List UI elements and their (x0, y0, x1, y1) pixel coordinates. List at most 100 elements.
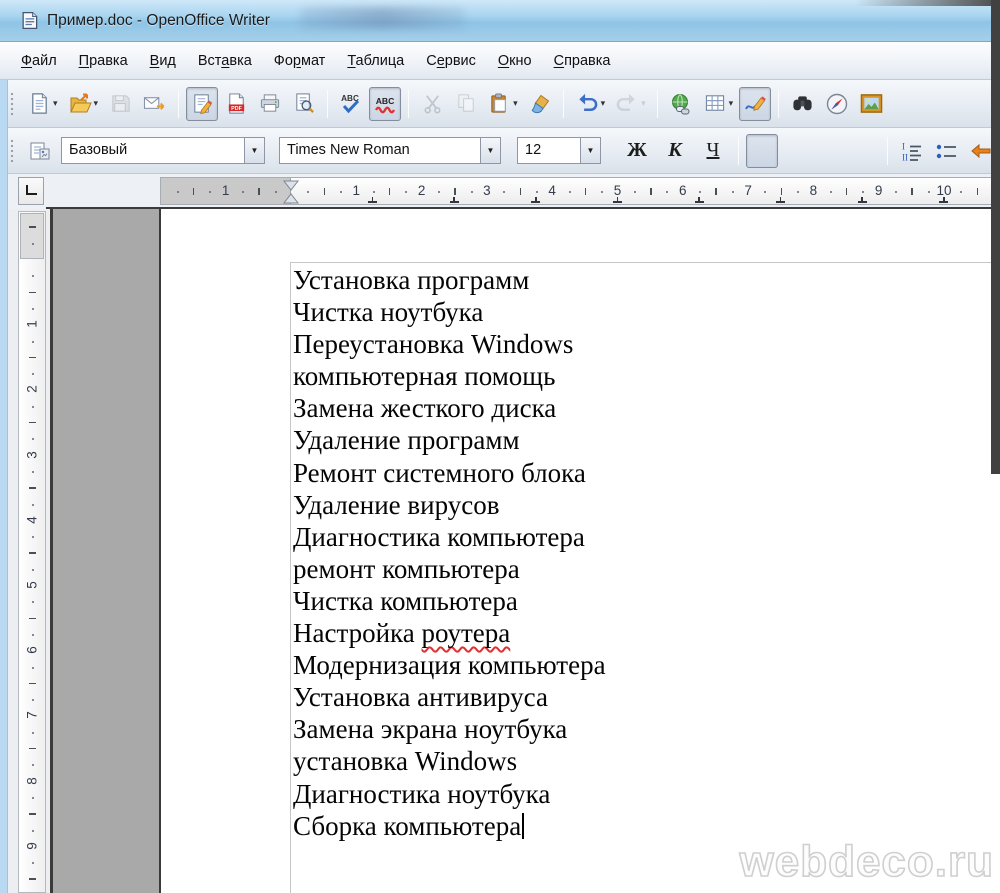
insert-table-button[interactable]: ▾ (699, 87, 738, 121)
show-draw-functions-button[interactable] (739, 87, 771, 121)
menu-view[interactable]: Вид (139, 46, 187, 76)
page[interactable]: Установка программЧистка ноутбукаПереуст… (161, 209, 1000, 893)
menu-table[interactable]: Таблица (336, 46, 415, 76)
email-document-button[interactable] (138, 87, 171, 121)
tab-stop-marker[interactable] (776, 197, 785, 203)
misspelled-word[interactable]: роутера (422, 618, 511, 648)
bullet-list-button[interactable] (930, 134, 963, 168)
ruler-tick (29, 422, 36, 423)
indent-markers[interactable] (282, 178, 300, 205)
export-pdf-button[interactable]: PDF (220, 87, 252, 121)
ruler-tick (29, 813, 36, 814)
edit-file-button[interactable] (186, 87, 218, 121)
document-line[interactable]: Установка программ (293, 264, 993, 296)
document-line[interactable]: установка Windows (293, 745, 993, 777)
align-justify-button[interactable] (848, 134, 880, 168)
tab-stop-marker[interactable] (531, 197, 540, 203)
auto-spellcheck-button[interactable]: ABC (369, 87, 401, 121)
style-combo-dropdown-button[interactable]: ▼ (244, 138, 264, 163)
ruler-tick (715, 188, 716, 195)
document-line[interactable]: Диагностика компьютера (293, 521, 993, 553)
align-right-button[interactable] (814, 134, 846, 168)
undo-button[interactable]: ▾ (571, 87, 610, 121)
menu-bar: Файл Правка Вид Вставка Формат Таблица С… (0, 42, 1000, 80)
dropdown-arrow-icon[interactable]: ▾ (53, 99, 58, 108)
menu-tools[interactable]: Сервис (415, 46, 487, 76)
export-pdf-icon: PDF (225, 92, 248, 115)
paste-button[interactable]: ▾ (484, 87, 522, 121)
ruler-dot (928, 191, 930, 193)
document-line[interactable]: Настройка роутера (293, 617, 993, 649)
toolbar-grip-handle[interactable] (10, 92, 15, 116)
gallery-button[interactable] (855, 87, 888, 121)
document-line[interactable]: Удаление программ (293, 424, 993, 456)
clone-formatting-button[interactable] (524, 87, 556, 121)
dropdown-arrow-icon[interactable]: ▾ (513, 99, 518, 108)
size-combo-dropdown-button[interactable]: ▼ (580, 138, 600, 163)
document-line[interactable]: Замена жесткого диска (293, 392, 993, 424)
window-left-border (0, 80, 8, 893)
numbered-list-icon: III (899, 139, 924, 163)
underline-button[interactable]: Ч (695, 134, 731, 168)
left-tab-icon (26, 185, 37, 195)
menu-insert[interactable]: Вставка (187, 46, 263, 76)
tab-stop-marker[interactable] (695, 197, 704, 203)
ruler-dot (960, 191, 962, 193)
find-and-replace-button[interactable] (786, 87, 819, 121)
print-button[interactable] (254, 87, 286, 121)
horizontal-ruler[interactable]: 112345678910 (160, 177, 1000, 205)
font-name-combobox[interactable]: Times New Roman ▼ (279, 137, 501, 164)
italic-button[interactable]: К (657, 134, 693, 168)
font-combo-dropdown-button[interactable]: ▼ (480, 138, 500, 163)
bold-button[interactable]: Ж (619, 134, 655, 168)
align-center-button[interactable] (780, 134, 812, 168)
open-document-button[interactable]: ▾ (64, 87, 103, 121)
document-line[interactable]: Диагностика ноутбука (293, 778, 993, 810)
toolbar-separator (327, 90, 328, 118)
document-line[interactable]: Удаление вирусов (293, 489, 993, 521)
menu-edit[interactable]: Правка (68, 46, 139, 76)
document-line[interactable]: ремонт компьютера (293, 553, 993, 585)
tab-stop-marker[interactable] (368, 197, 377, 203)
document-line[interactable]: Чистка ноутбука (293, 296, 993, 328)
menu-file[interactable]: Файл (10, 46, 68, 76)
document-line[interactable]: компьютерная помощь (293, 360, 993, 392)
numbered-list-button[interactable]: III (895, 134, 928, 168)
menu-window[interactable]: Окно (487, 46, 543, 76)
dropdown-arrow-icon[interactable]: ▾ (601, 99, 606, 108)
dropdown-arrow-icon[interactable]: ▾ (729, 99, 734, 108)
document-line[interactable]: Установка антивируса (293, 681, 993, 713)
font-name-value: Times New Roman (280, 138, 480, 163)
menu-format[interactable]: Формат (263, 46, 337, 76)
document-line[interactable]: Замена экрана ноутбука (293, 713, 993, 745)
document-line[interactable]: Модернизация компьютера (293, 649, 993, 681)
dropdown-arrow-icon[interactable]: ▾ (94, 99, 99, 108)
menu-help[interactable]: Справка (543, 46, 622, 76)
font-size-combobox[interactable]: 12 ▼ (517, 137, 601, 164)
new-document-button[interactable]: ▾ (24, 87, 62, 121)
ruler-tick (781, 188, 782, 195)
tab-type-selector-button[interactable] (18, 177, 44, 205)
paragraph-styles-button[interactable] (24, 134, 56, 168)
toolbar-grip-handle[interactable] (10, 139, 15, 163)
page-preview-button[interactable] (288, 87, 320, 121)
document-line[interactable]: Ремонт системного блока (293, 457, 993, 489)
document-line[interactable]: Переустановка Windows (293, 328, 993, 360)
align-left-button[interactable] (746, 134, 778, 168)
title-bar[interactable]: Пример.doc - OpenOffice Writer (0, 0, 1000, 42)
ruler-dot (601, 191, 603, 193)
insert-hyperlink-button[interactable] (665, 87, 697, 121)
document-text[interactable]: Установка программЧистка ноутбукаПереуст… (293, 264, 993, 842)
spellcheck-button[interactable]: ABC (335, 87, 367, 121)
paragraph-style-combobox[interactable]: Базовый ▼ (61, 137, 265, 164)
document-line[interactable]: Чистка компьютера (293, 585, 993, 617)
tab-stop-marker[interactable] (613, 197, 622, 203)
navigator-button[interactable] (821, 87, 853, 121)
tab-stop-marker[interactable] (858, 197, 867, 203)
ruler-row: 112345678910 (0, 174, 1000, 209)
ruler-tick (258, 188, 259, 195)
tab-stop-marker[interactable] (939, 197, 948, 203)
tab-stop-marker[interactable] (450, 197, 459, 203)
vertical-ruler[interactable]: 123456789 (18, 211, 46, 893)
dropdown-arrow-icon[interactable]: ▾ (641, 99, 646, 108)
